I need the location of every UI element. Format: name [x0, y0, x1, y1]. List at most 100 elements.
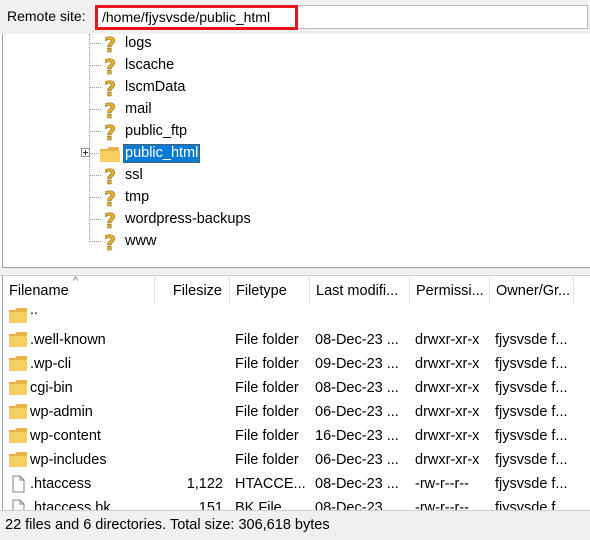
svg-text:?: ?	[104, 122, 116, 142]
column-header-permissions[interactable]: Permissi...	[410, 276, 490, 304]
unknown-folder-icon: ?	[104, 100, 116, 120]
file-size	[155, 424, 223, 448]
table-row[interactable]: .htaccess 1,122 HTACCE... 08-Dec-23 ... …	[3, 472, 590, 496]
file-icon	[12, 475, 25, 493]
file-modified: 08-Dec-23 ...	[315, 380, 399, 396]
remote-file-list[interactable]: ^ Filename Filesize Filetype Last modifi…	[2, 276, 590, 510]
file-permissions: drwxr-xr-x	[415, 404, 480, 420]
file-type: File folder	[235, 452, 299, 468]
column-header-label: Filesize	[172, 283, 222, 299]
table-row[interactable]: wp-includes File folder 06-Dec-23 ... dr…	[3, 448, 590, 472]
file-owner: fjysvsde f...	[495, 404, 568, 420]
file-owner: fjysvsde f...	[495, 452, 568, 468]
svg-text:?: ?	[104, 100, 116, 120]
folder-icon	[9, 332, 27, 347]
file-modified: 06-Dec-23 ...	[315, 404, 399, 420]
file-size	[155, 448, 223, 472]
file-name: .htaccess	[30, 476, 92, 492]
tree-item-label: lscache	[125, 57, 175, 73]
tree-item-label: mail	[125, 101, 152, 117]
file-type: File folder	[235, 332, 299, 348]
file-size	[155, 352, 223, 376]
column-header-owner[interactable]: Owner/Gr...	[490, 276, 574, 304]
column-header-label: Last modifi...	[316, 283, 399, 299]
tree-item-label: public_html	[123, 144, 201, 163]
file-name: ..	[30, 302, 39, 318]
tree-item-label: tmp	[125, 189, 150, 205]
file-modified: 16-Dec-23 ...	[315, 428, 399, 444]
table-row[interactable]: cgi-bin File folder 08-Dec-23 ... drwxr-…	[3, 376, 590, 400]
column-header-label: Filetype	[236, 283, 287, 299]
svg-text:?: ?	[104, 210, 116, 230]
folder-icon	[9, 356, 27, 371]
file-permissions: drwxr-xr-x	[415, 380, 480, 396]
remote-site-bar: Remote site:	[0, 0, 590, 34]
file-type: File folder	[235, 356, 299, 372]
expand-toggle-icon[interactable]	[81, 148, 90, 157]
file-modified: 08-Dec-23 ...	[315, 500, 399, 510]
file-name: .well-known	[30, 332, 106, 348]
folder-icon	[100, 147, 120, 162]
folder-icon	[9, 452, 27, 467]
remote-directory-tree[interactable]: ? logs ? lscache ? lscmData ? mail ? pub…	[2, 34, 590, 268]
sort-ascending-icon: ^	[73, 276, 79, 287]
tree-item-label: lscmData	[125, 79, 186, 95]
file-permissions: -rw-r--r--	[415, 476, 469, 492]
unknown-folder-icon: ?	[104, 34, 116, 54]
file-name: .wp-cli	[30, 356, 72, 372]
svg-text:?: ?	[104, 232, 116, 252]
table-row[interactable]: .well-known File folder 08-Dec-23 ... dr…	[3, 328, 590, 352]
table-row[interactable]: .htaccess.bk 151 BK File 08-Dec-23 ... -…	[3, 496, 590, 510]
table-row[interactable]: .wp-cli File folder 09-Dec-23 ... drwxr-…	[3, 352, 590, 376]
panel-splitter[interactable]	[0, 268, 590, 276]
svg-text:?: ?	[104, 188, 116, 208]
unknown-folder-icon: ?	[104, 122, 116, 142]
tree-item-label: public_ftp	[125, 123, 188, 139]
table-row[interactable]: wp-admin File folder 06-Dec-23 ... drwxr…	[3, 400, 590, 424]
file-name: wp-includes	[30, 452, 107, 468]
folder-icon	[9, 308, 27, 323]
column-header-label: Permissi...	[416, 283, 484, 299]
file-owner: fjysvsde f...	[495, 380, 568, 396]
svg-text:?: ?	[104, 78, 116, 98]
file-type: File folder	[235, 428, 299, 444]
column-header-filesize[interactable]: Filesize	[155, 276, 230, 304]
tree-item-label: ssl	[125, 167, 143, 183]
unknown-folder-icon: ?	[104, 188, 116, 208]
file-name: cgi-bin	[30, 380, 73, 396]
tree-item-label: wordpress-backups	[125, 211, 251, 227]
file-size	[155, 328, 223, 352]
file-size	[155, 376, 223, 400]
file-name: .htaccess.bk	[30, 500, 111, 510]
file-type: HTACCE...	[235, 476, 306, 492]
svg-text:?: ?	[104, 166, 116, 186]
remote-site-path-input[interactable]	[96, 5, 588, 29]
file-name: wp-admin	[30, 404, 93, 420]
table-row[interactable]: wp-content File folder 16-Dec-23 ... drw…	[3, 424, 590, 448]
file-modified: 08-Dec-23 ...	[315, 476, 399, 492]
status-text: 22 files and 6 directories. Total size: …	[5, 517, 330, 533]
file-name: wp-content	[30, 428, 101, 444]
column-header-filetype[interactable]: Filetype	[230, 276, 310, 304]
folder-icon	[9, 404, 27, 419]
file-modified: 09-Dec-23 ...	[315, 356, 399, 372]
column-header-label: Filename	[9, 283, 69, 299]
remote-site-label: Remote site:	[7, 8, 86, 24]
svg-text:?: ?	[104, 56, 116, 76]
file-size: 1,122	[186, 476, 223, 492]
file-owner: fjysvsde f...	[495, 356, 568, 372]
file-owner: fjysvsde f...	[495, 332, 568, 348]
status-bar: 22 files and 6 directories. Total size: …	[0, 510, 590, 540]
file-permissions: -rw-r--r--	[415, 500, 469, 510]
unknown-folder-icon: ?	[104, 210, 116, 230]
file-type: BK File	[235, 500, 282, 510]
unknown-folder-icon: ?	[104, 56, 116, 76]
unknown-folder-icon: ?	[104, 78, 116, 98]
file-size	[155, 400, 223, 424]
svg-text:?: ?	[104, 34, 116, 54]
tree-item-label: www	[125, 233, 157, 249]
column-header-last-modified[interactable]: Last modifi...	[310, 276, 410, 304]
table-row[interactable]: ..	[3, 302, 590, 328]
file-owner: fjysvsde f...	[495, 500, 568, 510]
file-modified: 08-Dec-23 ...	[315, 332, 399, 348]
